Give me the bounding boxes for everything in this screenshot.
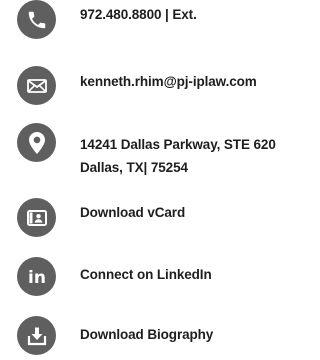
address-block: 14241 Dallas Parkway, STE 620 Dallas, TX… [80, 133, 276, 179]
contact-row-email: kenneth.rhim@pj-iplaw.com [17, 66, 320, 105]
address-line-2: Dallas, TX| 75254 [80, 160, 188, 175]
contact-row-address: 14241 Dallas Parkway, STE 620 Dallas, TX… [17, 123, 320, 179]
phone-number[interactable]: 972.480.8800 | Ext. [80, 3, 197, 26]
linkedin-icon-text: in [28, 268, 46, 287]
download-vcard-link[interactable]: Download vCard [80, 201, 185, 224]
contact-row-linkedin: in Connect on LinkedIn [17, 257, 320, 296]
map-pin-icon [17, 123, 56, 162]
contact-row-phone: 972.480.8800 | Ext. [17, 0, 320, 39]
vcard-icon [17, 198, 56, 237]
envelope-icon [17, 66, 56, 105]
download-biography-link[interactable]: Download Biography [80, 323, 213, 346]
contact-info-list: 972.480.8800 | Ext. kenneth.rhim@pj-ipla… [0, 0, 320, 360]
contact-row-vcard: Download vCard [17, 198, 320, 237]
linkedin-link[interactable]: Connect on LinkedIn [80, 263, 212, 286]
address-line-1: 14241 Dallas Parkway, STE 620 [80, 137, 276, 152]
phone-icon [17, 0, 56, 39]
email-link[interactable]: kenneth.rhim@pj-iplaw.com [80, 70, 257, 93]
contact-row-biography: Download Biography [17, 316, 320, 355]
linkedin-icon: in [17, 257, 56, 296]
download-icon [17, 316, 56, 355]
